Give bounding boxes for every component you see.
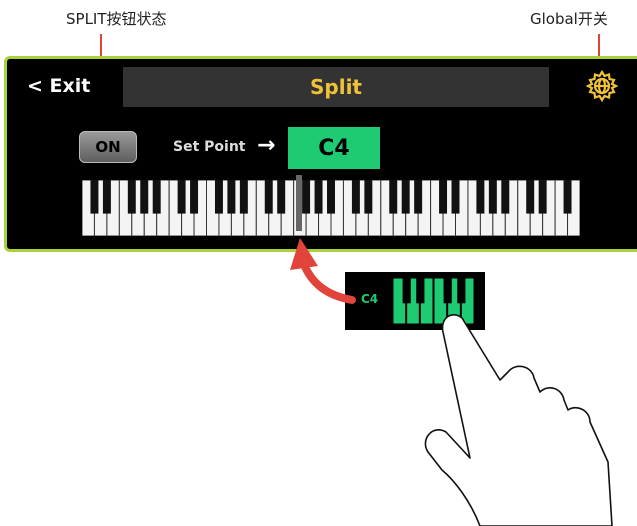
pointing-hand-icon (424, 314, 613, 526)
curved-arrow-head (290, 238, 318, 270)
gesture-overlay (290, 238, 613, 526)
curved-arrow-icon (299, 258, 356, 304)
